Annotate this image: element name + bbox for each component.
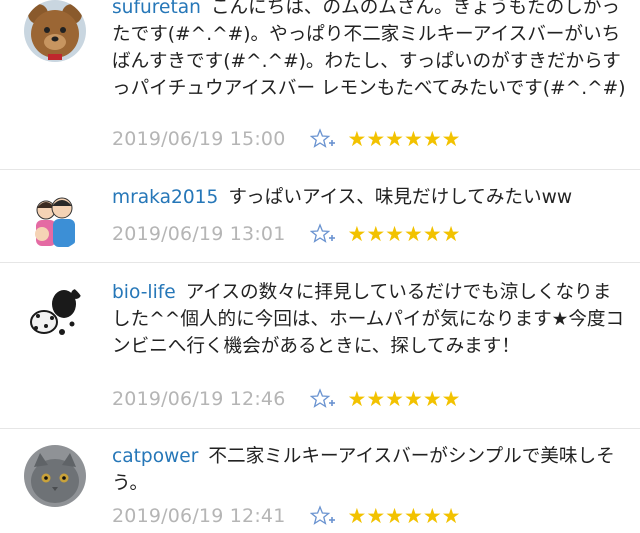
comment-timestamp: 2019/06/19 13:01 (112, 223, 286, 245)
star-icons: ★★★★★★ (347, 387, 461, 411)
avatar-mraka2015[interactable] (24, 188, 86, 250)
add-star-icon[interactable] (309, 223, 336, 245)
bw-dog-pattern-avatar-image (24, 282, 86, 344)
star-rating: ★★★★★★ (348, 505, 461, 527)
star-rating: ★★★★★★ (348, 128, 461, 150)
comment-username[interactable]: catpower (112, 446, 198, 467)
comment-username[interactable]: sufuretan (112, 0, 201, 18)
divider (0, 262, 640, 263)
comment-body: mraka2015 すっぱいアイス、味見だけしてみたいww (112, 184, 626, 211)
add-star-icon[interactable] (309, 128, 336, 150)
avatar-catpower[interactable] (24, 445, 86, 507)
comment-timestamp: 2019/06/19 12:41 (112, 505, 286, 527)
divider (0, 169, 640, 170)
comment-text: アイスの数々に拝見しているだけでも涼しくなりました^^個人的に今回は、ホームパイ… (112, 282, 625, 357)
star-icons: ★★★★★★ (347, 222, 461, 246)
avatar-bio-life[interactable] (24, 282, 86, 344)
comment-meta: 2019/06/19 15:00 ★★★★★★ (112, 126, 460, 152)
star-rating: ★★★★★★ (348, 388, 461, 410)
comment-meta: 2019/06/19 13:01 ★★★★★★ (112, 221, 460, 247)
add-star-icon[interactable] (309, 388, 336, 410)
comment-username[interactable]: bio-life (112, 282, 176, 303)
avatar-sufuretan[interactable] (24, 0, 86, 62)
comment-body: bio-life アイスの数々に拝見しているだけでも涼しくなりました^^個人的に今… (112, 279, 626, 360)
comment-timestamp: 2019/06/19 15:00 (112, 128, 286, 150)
divider (0, 428, 640, 429)
grey-cat-avatar-image (24, 445, 86, 507)
comment-meta: 2019/06/19 12:41 ★★★★★★ (112, 503, 460, 529)
comment-body: sufuretan こんにちは、のムのムさん。きょうもたのしかったです(#^.^#… (112, 0, 626, 102)
comment-text: すっぱいアイス、味見だけしてみたいww (228, 187, 573, 208)
family-illustration-avatar-image (24, 188, 86, 250)
teddy-bear-avatar-image (24, 0, 86, 62)
star-rating: ★★★★★★ (348, 223, 461, 245)
star-icons: ★★★★★★ (347, 127, 461, 151)
comment-meta: 2019/06/19 12:46 ★★★★★★ (112, 386, 460, 412)
comment-username[interactable]: mraka2015 (112, 187, 218, 208)
add-star-icon[interactable] (309, 505, 336, 527)
comment-timestamp: 2019/06/19 12:46 (112, 388, 286, 410)
star-icons: ★★★★★★ (347, 504, 461, 528)
comment-body: catpower 不二家ミルキーアイスバーがシンプルで美味しそう。 (112, 443, 626, 497)
